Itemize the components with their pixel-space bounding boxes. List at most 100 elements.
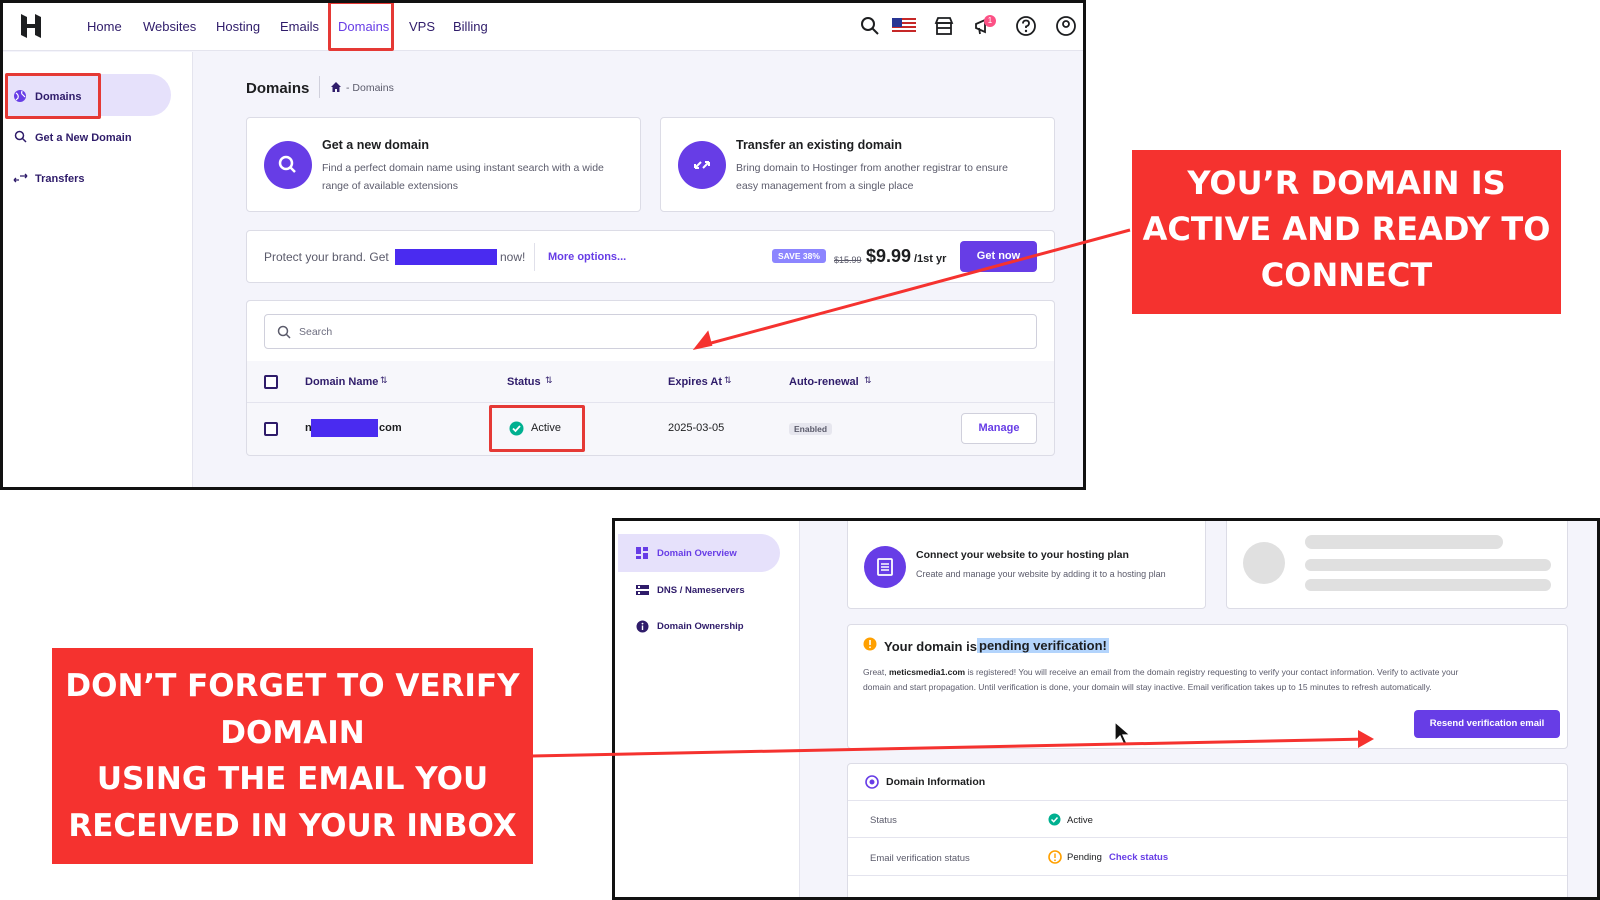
redacted-domain-block bbox=[311, 419, 378, 437]
pending-text: is registered! You will receive an email… bbox=[967, 667, 1459, 677]
skeleton-avatar bbox=[1243, 542, 1285, 584]
column-header-auto-renewal[interactable]: Auto-renewal bbox=[789, 376, 859, 388]
save-badge: SAVE 38% bbox=[772, 249, 826, 263]
skeleton-line bbox=[1305, 535, 1503, 549]
pending-clock-icon bbox=[1048, 850, 1062, 864]
domain-overview-screenshot: Domain Overview DNS / Nameservers Domain… bbox=[612, 518, 1600, 900]
card-desc-1: Bring domain to Hostinger from another r… bbox=[736, 162, 1008, 174]
promo-bar: Protect your brand. Get now! More option… bbox=[246, 230, 1055, 283]
info-icon bbox=[636, 620, 649, 633]
globe-icon bbox=[865, 775, 879, 789]
search-icon bbox=[14, 130, 27, 143]
hostinger-logo[interactable] bbox=[19, 13, 43, 39]
skeleton-line bbox=[1305, 579, 1551, 591]
pending-title-prefix: Your domain is bbox=[884, 639, 977, 654]
callout-verify-domain: DON’T FORGET TO VERIFY DOMAIN USING THE … bbox=[52, 648, 533, 864]
highlight-status-active bbox=[489, 405, 585, 452]
promo-prefix: Protect your brand. Get bbox=[264, 250, 389, 264]
promo-suffix: now! bbox=[500, 250, 526, 264]
domains-list-screenshot: Home Websites Hosting Emails Domains VPS… bbox=[0, 0, 1086, 490]
more-options-link[interactable]: More options... bbox=[548, 251, 626, 263]
nav-home[interactable]: Home bbox=[87, 19, 122, 34]
card-desc-2: range of available extensions bbox=[322, 180, 459, 192]
table-row: n com Active 2025-03-05 Enabled Manage bbox=[247, 403, 1054, 455]
auto-renewal-badge: Enabled bbox=[789, 423, 833, 435]
loading-skeleton-card bbox=[1226, 521, 1568, 609]
pending-text: Great, bbox=[863, 667, 887, 677]
home-icon[interactable] bbox=[330, 81, 342, 93]
sidebar-item-domain-ownership[interactable]: Domain Ownership bbox=[657, 621, 744, 632]
nav-billing[interactable]: Billing bbox=[453, 19, 488, 34]
get-now-button[interactable]: Get now bbox=[960, 241, 1037, 272]
account-icon[interactable] bbox=[1055, 15, 1077, 37]
promo-divider bbox=[534, 243, 535, 271]
search-icon[interactable] bbox=[859, 15, 881, 37]
resend-verification-button[interactable]: Resend verification email bbox=[1414, 710, 1560, 738]
column-header-status[interactable]: Status bbox=[507, 376, 541, 388]
callout-line: DON’T FORGET TO VERIFY bbox=[65, 668, 520, 704]
nav-websites[interactable]: Websites bbox=[143, 19, 196, 34]
column-header-expires-at[interactable]: Expires At bbox=[668, 376, 722, 388]
callout-line: ACTIVE AND READY TO bbox=[1142, 210, 1551, 248]
warning-icon bbox=[863, 637, 877, 651]
nav-hosting[interactable]: Hosting bbox=[216, 19, 260, 34]
pending-verification-card: Your domain is pending verification! Gre… bbox=[847, 624, 1568, 749]
sidebar-item-get-new-domain[interactable]: Get a New Domain bbox=[35, 132, 132, 144]
card-desc-1: Find a perfect domain name using instant… bbox=[322, 162, 604, 174]
sidebar-item-domain-overview[interactable]: Domain Overview bbox=[657, 548, 737, 559]
transfer-icon bbox=[13, 173, 28, 183]
expires-date: 2025-03-05 bbox=[668, 422, 725, 434]
dashboard-icon bbox=[636, 547, 648, 559]
search-placeholder: Search bbox=[299, 326, 333, 338]
search-icon bbox=[277, 325, 291, 339]
sort-icon[interactable]: ⇅ bbox=[380, 375, 388, 386]
dns-icon bbox=[636, 585, 649, 595]
callout-domain-active: YOU’R DOMAIN IS ACTIVE AND READY TO CONN… bbox=[1132, 150, 1561, 314]
card-title: Transfer an existing domain bbox=[736, 138, 903, 152]
column-header-domain-name[interactable]: Domain Name bbox=[305, 376, 378, 388]
callout-line: RECEIVED IN YOUR INBOX bbox=[68, 807, 517, 844]
highlight-nav-domains bbox=[328, 3, 394, 51]
sort-icon[interactable]: ⇅ bbox=[724, 375, 732, 386]
domain-name-end[interactable]: com bbox=[379, 422, 402, 434]
sidebar-item-dns-nameservers[interactable]: DNS / Nameservers bbox=[657, 585, 745, 596]
connect-desc: Create and manage your website by adding… bbox=[916, 569, 1166, 579]
domain-table-panel: Search Domain Name ⇅ Status ⇅ Expires At… bbox=[246, 300, 1055, 456]
select-all-checkbox[interactable] bbox=[264, 375, 278, 389]
connect-title: Connect your website to your hosting pla… bbox=[916, 549, 1129, 561]
callout-line: USING THE EMAIL YOU bbox=[96, 761, 489, 797]
notification-badge: 1 bbox=[984, 15, 996, 27]
page-title: Domains bbox=[246, 80, 310, 97]
email-verification-label: Email verification status bbox=[870, 853, 970, 864]
sort-icon[interactable]: ⇅ bbox=[864, 375, 872, 386]
website-circle-icon bbox=[864, 546, 906, 588]
check-status-link[interactable]: Check status bbox=[1109, 852, 1168, 863]
search-circle-icon bbox=[264, 141, 312, 189]
manage-button[interactable]: Manage bbox=[961, 413, 1037, 444]
sort-icon[interactable]: ⇅ bbox=[545, 375, 553, 386]
registered-domain: meticsmedia1.com bbox=[889, 667, 966, 677]
domain-information-card: Domain Information Status Active Email v… bbox=[847, 763, 1568, 897]
transfer-circle-icon bbox=[678, 141, 726, 189]
help-icon[interactable] bbox=[1015, 15, 1037, 37]
row-divider bbox=[848, 800, 1567, 801]
nav-emails[interactable]: Emails bbox=[280, 19, 319, 34]
transfer-domain-card[interactable]: Transfer an existing domain Bring domain… bbox=[660, 117, 1055, 212]
store-icon[interactable] bbox=[933, 15, 955, 37]
domain-overview-sidebar: Domain Overview DNS / Nameservers Domain… bbox=[615, 521, 800, 897]
row-checkbox[interactable] bbox=[264, 422, 278, 436]
card-desc-2: easy management from a single place bbox=[736, 180, 914, 192]
us-flag-icon[interactable] bbox=[892, 15, 916, 37]
get-new-domain-card[interactable]: Get a new domain Find a perfect domain n… bbox=[246, 117, 641, 212]
search-input[interactable]: Search bbox=[264, 314, 1037, 349]
price-period: /1st yr bbox=[914, 253, 947, 265]
old-price: $15.99 bbox=[834, 255, 862, 265]
top-navigation-bar: Home Websites Hosting Emails Domains VPS… bbox=[3, 3, 1083, 51]
sidebar-item-transfers[interactable]: Transfers bbox=[35, 173, 85, 185]
connect-website-card[interactable]: Connect your website to your hosting pla… bbox=[847, 521, 1206, 609]
row-divider bbox=[848, 875, 1567, 876]
breadcrumb[interactable]: - Domains bbox=[346, 82, 394, 94]
redacted-domain-block bbox=[395, 249, 497, 265]
nav-vps[interactable]: VPS bbox=[409, 19, 435, 34]
skeleton-line bbox=[1305, 559, 1551, 571]
